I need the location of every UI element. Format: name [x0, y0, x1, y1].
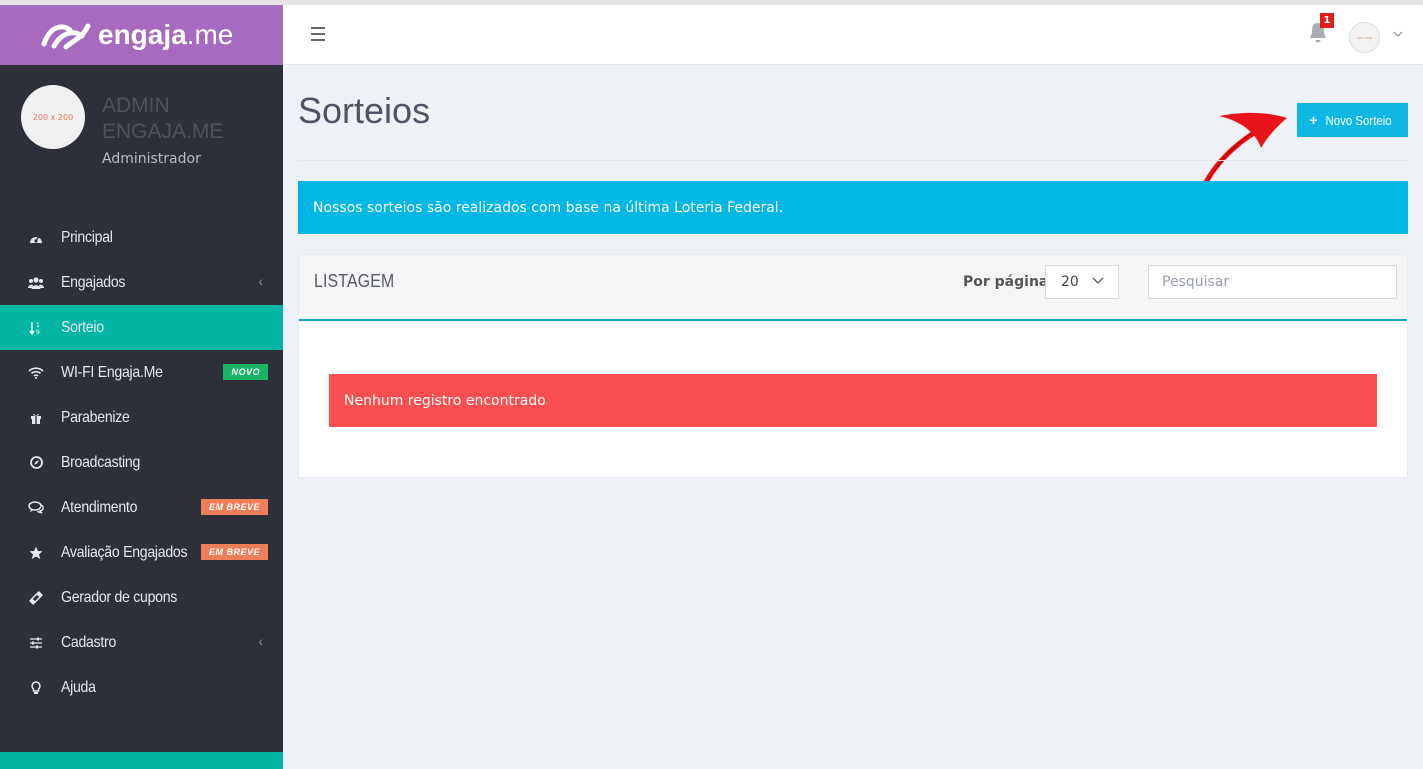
wifi-icon: [28, 365, 44, 381]
brand-logo[interactable]: engaja.me: [0, 5, 283, 65]
per-page-label: Por página:: [963, 274, 1054, 290]
sidebar-item-cadastro[interactable]: Cadastro ‹: [0, 620, 283, 665]
lightbulb-icon: [28, 680, 44, 696]
empty-result-alert: Nenhum registro encontrado: [329, 374, 1377, 427]
sidebar-item-label: Atendimento: [61, 498, 138, 516]
engaja-logo-icon: [41, 23, 91, 50]
sidebar-item-avaliacao[interactable]: Avaliação Engajados EM BREVE: [0, 530, 283, 575]
svg-text:1: 1: [36, 322, 40, 329]
sidebar-item-label: Engajados: [61, 273, 126, 291]
dashboard-icon: [28, 230, 44, 246]
profile-avatar: 200 x 200: [21, 85, 85, 149]
info-alert: Nossos sorteios são realizados com base …: [298, 181, 1408, 234]
sidebar-item-label: Ajuda: [61, 678, 96, 696]
sidebar-item-label: Principal: [61, 228, 113, 246]
search-input[interactable]: [1148, 265, 1397, 299]
sliders-icon: [28, 635, 44, 651]
new-raffle-label: Novo Sorteio: [1325, 112, 1392, 128]
coming-soon-badge: EM BREVE: [200, 544, 268, 560]
gift-icon: [28, 410, 44, 426]
sidebar-item-parabenize[interactable]: Parabenize: [0, 395, 283, 440]
sidebar-item-broadcasting[interactable]: Broadcasting: [0, 440, 283, 485]
sort-numeric-icon: 19: [28, 320, 44, 336]
sidebar-item-principal[interactable]: Principal: [0, 215, 283, 260]
brand-name: engaja.me: [98, 19, 234, 50]
chat-icon: [28, 500, 44, 516]
page-title: Sorteios: [298, 90, 431, 131]
menu-toggle-icon[interactable]: [311, 23, 325, 45]
plus-icon: +: [1309, 112, 1318, 128]
sidebar-item-label: WI-FI Engaja.Me: [61, 363, 163, 381]
chevron-left-icon: ‹: [258, 633, 263, 649]
sidebar-item-wifi[interactable]: WI-FI Engaja.Me NOVO: [0, 350, 283, 395]
sidebar-item-atendimento[interactable]: Atendimento EM BREVE: [0, 485, 283, 530]
listing-panel: LISTAGEM Por página: 20 Nenhum registro …: [298, 254, 1408, 478]
sidebar-menu: Principal Engajados ‹ 19 Sorteio WI-FI E…: [0, 215, 283, 710]
per-page-select[interactable]: 20: [1045, 265, 1119, 299]
chevron-left-icon: ‹: [258, 273, 263, 289]
chevron-down-icon: [1092, 274, 1104, 288]
star-icon: [28, 545, 44, 561]
sidebar-item-cupons[interactable]: Gerador de cupons: [0, 575, 283, 620]
sidebar: engaja.me 200 x 200 ADMIN ENGAJA.ME Admi…: [0, 5, 283, 769]
sidebar-item-label: Cadastro: [61, 633, 117, 651]
new-raffle-button[interactable]: + Novo Sorteio: [1297, 103, 1408, 137]
profile-role: Administrador: [102, 151, 201, 167]
sidebar-footer-item[interactable]: [0, 752, 283, 769]
sidebar-item-label: Broadcasting: [61, 453, 141, 471]
top-header: 1 200 x 200: [283, 5, 1423, 65]
listing-title: LISTAGEM: [314, 271, 395, 291]
sidebar-item-engajados[interactable]: Engajados ‹: [0, 260, 283, 305]
sidebar-item-label: Parabenize: [61, 408, 130, 426]
profile-name: ADMIN ENGAJA.ME: [102, 94, 224, 143]
title-divider: [298, 160, 1408, 161]
sidebar-item-sorteio[interactable]: 19 Sorteio: [0, 305, 283, 350]
sidebar-item-label: Avaliação Engajados: [61, 543, 188, 561]
sidebar-item-label: Sorteio: [61, 318, 104, 336]
ticket-icon: [28, 590, 44, 606]
user-profile: 200 x 200 ADMIN ENGAJA.ME Administrador: [0, 65, 283, 185]
user-avatar[interactable]: 200 x 200: [1349, 22, 1380, 53]
coming-soon-badge: EM BREVE: [200, 499, 268, 515]
svg-text:9: 9: [36, 329, 40, 335]
chevron-down-icon[interactable]: [1393, 27, 1403, 40]
per-page-value: 20: [1061, 274, 1079, 290]
notification-count-badge: 1: [1320, 13, 1334, 28]
listing-header: LISTAGEM Por página: 20: [299, 255, 1407, 321]
new-badge: NOVO: [223, 364, 268, 380]
sidebar-item-label: Gerador de cupons: [61, 588, 178, 606]
sidebar-item-ajuda[interactable]: Ajuda: [0, 665, 283, 710]
compass-icon: [28, 455, 44, 471]
users-icon: [28, 275, 44, 291]
